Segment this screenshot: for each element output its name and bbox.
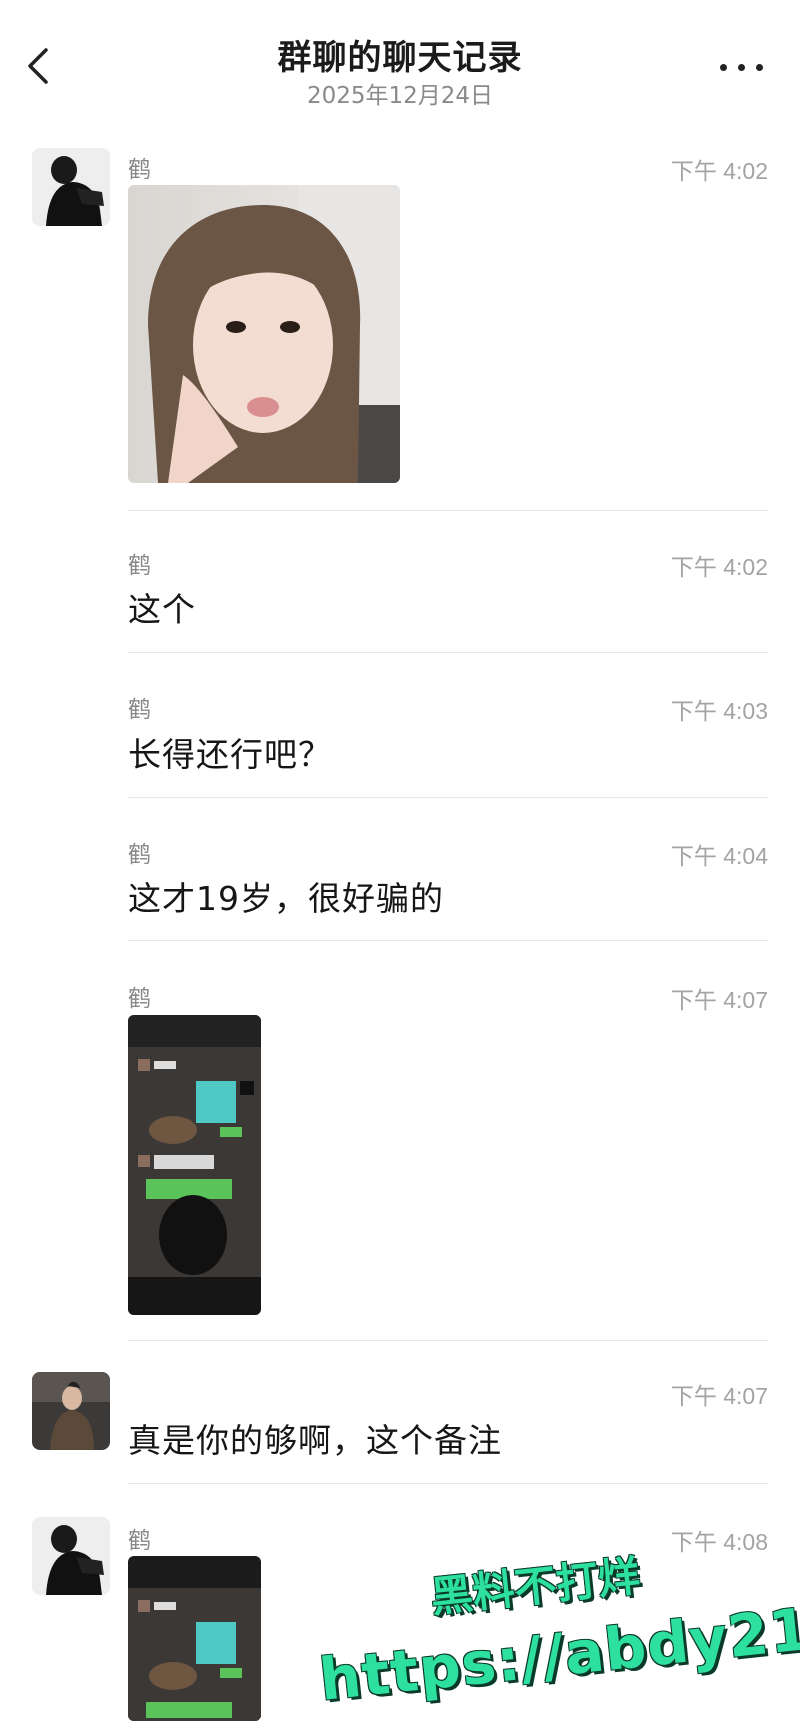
message-text: 这个	[128, 590, 196, 629]
avatar-image	[32, 148, 110, 226]
sender-name: 鹤	[128, 697, 151, 723]
message-time: 下午 4:07	[670, 1383, 768, 1409]
selfie-photo	[128, 185, 400, 483]
avatar[interactable]	[32, 148, 110, 226]
chat-date: 2025年12月24日	[306, 83, 494, 109]
sender-name: 鹤	[128, 157, 151, 183]
message-divider	[128, 510, 768, 511]
message-time: 下午 4:08	[670, 1529, 768, 1555]
avatar-image	[32, 1517, 110, 1595]
photo-thumbnail[interactable]	[128, 185, 400, 483]
sender-name: 鹤	[128, 842, 151, 868]
avatar-image	[32, 1372, 110, 1450]
top-bar: 群聊的聊天记录 2025年12月24日	[0, 0, 800, 120]
message-text: 真是你的够啊，这个备注	[128, 1421, 502, 1460]
sender-name: 鹤	[128, 1528, 151, 1554]
message-text: 长得还行吧？	[128, 735, 332, 774]
message-time: 下午 4:07	[670, 987, 768, 1013]
message-time: 下午 4:03	[670, 698, 768, 724]
sender-name: 鹤	[128, 986, 151, 1012]
avatar[interactable]	[32, 1517, 110, 1595]
sender-name: 鹤	[128, 553, 151, 579]
avatar[interactable]	[32, 1372, 110, 1450]
screenshot-thumbnail[interactable]	[128, 1556, 261, 1721]
more-button[interactable]	[716, 56, 770, 76]
chat-screenshot-image	[128, 1015, 261, 1315]
message-time: 下午 4:02	[670, 158, 768, 184]
page-title: 群聊的聊天记录	[277, 38, 523, 78]
message-divider	[128, 1483, 768, 1484]
message-divider	[128, 652, 768, 653]
message-time: 下午 4:02	[670, 554, 768, 580]
more-horizontal-icon	[720, 64, 727, 71]
message-text: 这才19岁，很好骗的	[128, 879, 444, 918]
watermark-slogan: 黑料不打烊	[428, 1551, 643, 1622]
message-divider	[128, 797, 768, 798]
screenshot-thumbnail[interactable]	[128, 1015, 261, 1315]
chat-screenshot-image	[128, 1556, 261, 1721]
message-divider	[128, 940, 768, 941]
message-divider	[128, 1340, 768, 1341]
message-time: 下午 4:04	[670, 843, 768, 869]
